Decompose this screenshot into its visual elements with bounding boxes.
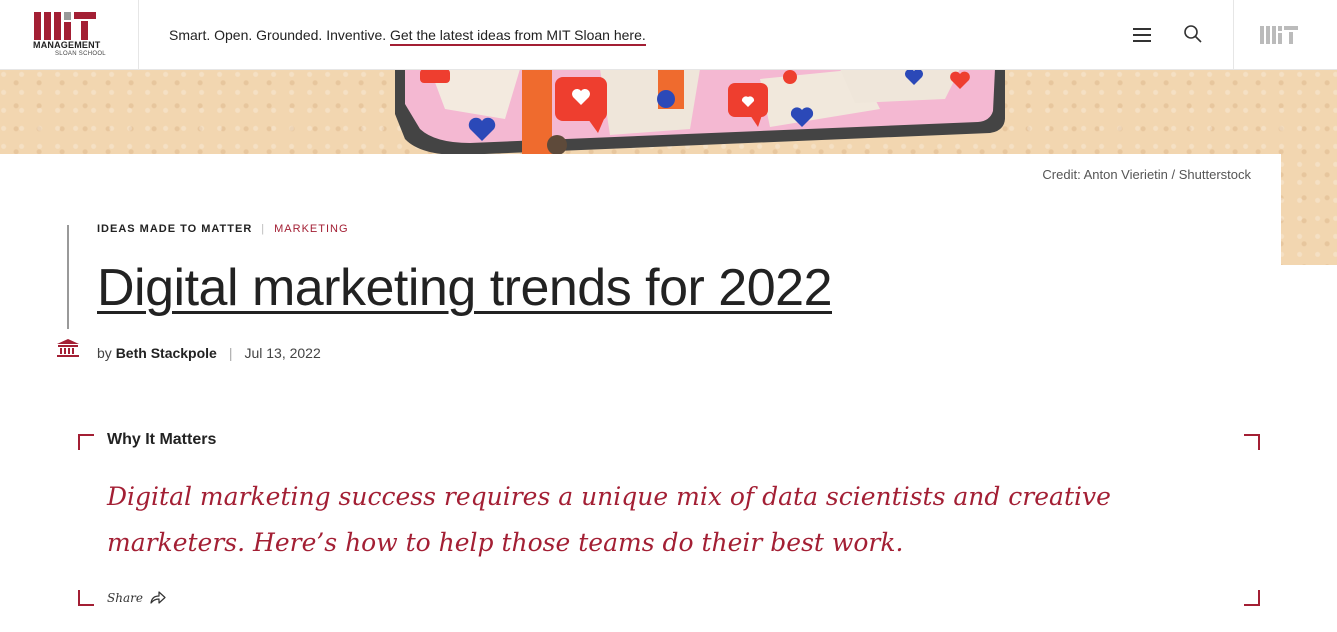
- building-icon: [57, 339, 79, 357]
- image-credit: Credit: Anton Vierietin / Shutterstock: [1042, 167, 1251, 182]
- byline-prefix: by: [97, 345, 112, 361]
- logo-sloan-school-text: SLOAN SCHOOL: [55, 51, 106, 57]
- mit-logo-icon: [1260, 26, 1298, 44]
- kicker-ideas-made-to-matter[interactable]: IDEAS MADE TO MATTER: [97, 223, 252, 235]
- kicker-separator: |: [261, 223, 266, 235]
- title-rule: [67, 225, 69, 329]
- corner-bottom-left: [78, 590, 94, 606]
- corner-top-right: [1244, 434, 1260, 450]
- logo-management-text: MANAGEMENT: [33, 40, 101, 50]
- why-it-matters-body: Digital marketing success requires a uni…: [107, 482, 1111, 557]
- mit-sloan-logo[interactable]: MANAGEMENT SLOAN SCHOOL: [0, 0, 139, 69]
- share-button[interactable]: Share: [107, 591, 166, 605]
- why-it-matters-heading: Why It Matters: [107, 431, 217, 448]
- mit-link[interactable]: [1233, 0, 1337, 69]
- page-title[interactable]: Digital marketing trends for 2022: [97, 258, 833, 318]
- top-nav: MANAGEMENT SLOAN SCHOOL Smart. Open. Gro…: [0, 0, 1337, 70]
- mit-logo-mark: [34, 12, 96, 40]
- corner-top-left: [78, 434, 94, 450]
- author-link[interactable]: Beth Stackpole: [116, 345, 217, 361]
- kicker-category-link[interactable]: MARKETING: [274, 223, 348, 235]
- article-header-card: Credit: Anton Vierietin / Shutterstock I…: [0, 154, 1281, 632]
- share-arrow-icon: [150, 591, 166, 604]
- article-kicker: IDEAS MADE TO MATTER | MARKETING: [97, 223, 349, 235]
- tagline: Smart. Open. Grounded. Inventive.: [169, 27, 387, 43]
- latest-ideas-link[interactable]: Get the latest ideas from MIT Sloan here…: [390, 27, 646, 46]
- search-icon[interactable]: [1182, 24, 1204, 46]
- share-label: Share: [107, 591, 143, 605]
- corner-bottom-right: [1244, 590, 1260, 606]
- hamburger-menu-icon[interactable]: [1131, 24, 1153, 44]
- publish-date: Jul 13, 2022: [244, 345, 321, 361]
- byline: by Beth Stackpole | Jul 13, 2022: [97, 345, 321, 361]
